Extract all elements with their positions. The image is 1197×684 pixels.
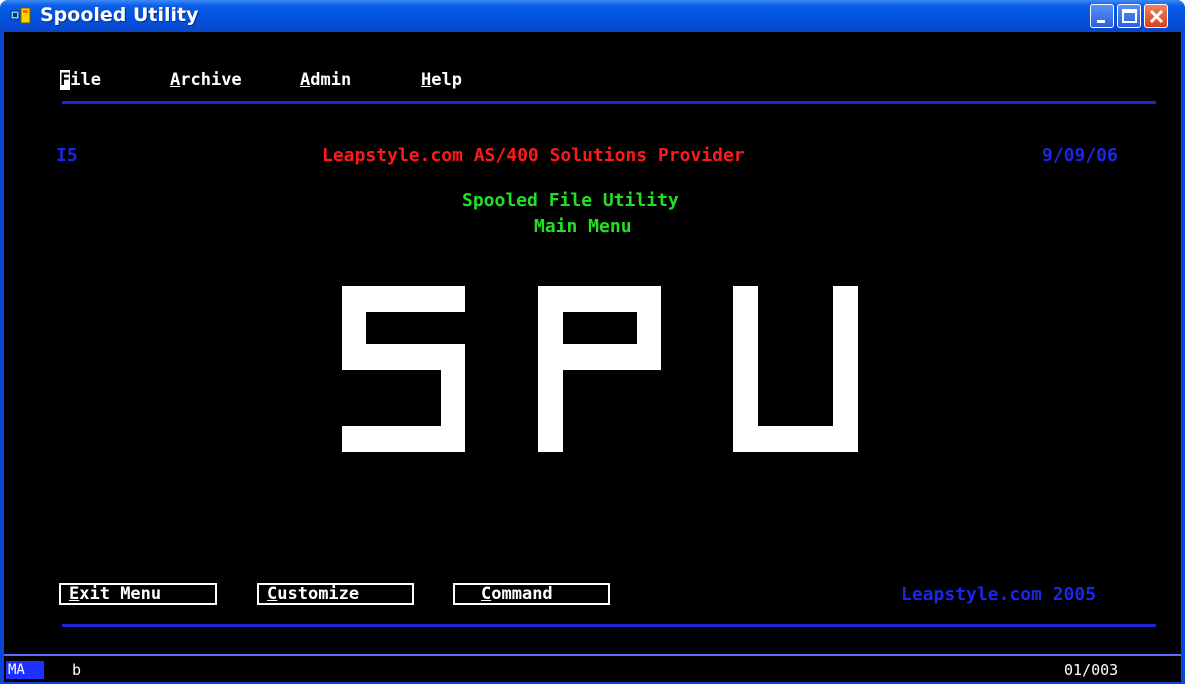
close-button[interactable] xyxy=(1144,4,1168,28)
customize-label: ustomize xyxy=(277,584,360,604)
window-title: Spooled Utility xyxy=(40,4,199,26)
app-title: Spooled File Utility xyxy=(462,190,679,211)
banner-s-bottom xyxy=(342,426,465,452)
system-date: 9/09/06 xyxy=(1042,145,1118,166)
minimize-button[interactable] xyxy=(1090,4,1114,28)
maximize-button[interactable] xyxy=(1117,4,1141,28)
menu-help-label: elp xyxy=(431,70,462,90)
menu-help[interactable]: Help xyxy=(421,70,462,90)
customize-button[interactable]: Customize xyxy=(257,583,414,605)
exit-menu-button[interactable]: Exit Menu xyxy=(59,583,217,605)
title-bar[interactable]: Spooled Utility xyxy=(0,0,1185,32)
exit-menu-mnemonic: E xyxy=(69,584,80,604)
app-window: Spooled Utility File Archive Admin Help … xyxy=(0,0,1185,684)
menu-admin-label: dmin xyxy=(310,70,352,90)
command-mnemonic: C xyxy=(481,584,492,604)
menu-file-mnemonic: F xyxy=(60,70,71,90)
menu-archive-mnemonic: A xyxy=(170,70,181,90)
copyright-text: Leapstyle.com 2005 xyxy=(901,584,1097,605)
menu-admin-mnemonic: A xyxy=(300,70,311,90)
command-button[interactable]: Command xyxy=(453,583,610,605)
menu-archive-label: rchive xyxy=(180,70,242,90)
session-mode-indicator: MA xyxy=(6,661,44,679)
menu-subtitle: Main Menu xyxy=(534,216,632,237)
footer-separator xyxy=(62,624,1156,627)
system-name: I5 xyxy=(56,145,78,166)
menu-file-label: ile xyxy=(70,70,101,90)
customize-mnemonic: C xyxy=(267,584,278,604)
menu-help-mnemonic: H xyxy=(421,70,432,90)
menu-separator xyxy=(62,101,1156,104)
menu-file[interactable]: File xyxy=(60,70,101,90)
status-indicator: b xyxy=(72,661,82,679)
company-banner: Leapstyle.com AS/400 Solutions Provider xyxy=(322,145,745,166)
close-icon xyxy=(1149,9,1164,24)
exit-menu-label: xit Menu xyxy=(79,584,162,604)
menu-archive[interactable]: Archive xyxy=(170,70,242,90)
banner-p-middle xyxy=(538,344,661,370)
menu-admin[interactable]: Admin xyxy=(300,70,351,90)
minimize-icon xyxy=(1097,20,1105,23)
maximize-icon xyxy=(1122,9,1137,23)
cursor-position: 01/003 xyxy=(1064,661,1119,679)
terminal-screen[interactable]: File Archive Admin Help I5 Leapstyle.com… xyxy=(4,32,1181,680)
status-bar: MA b 01/003 xyxy=(4,654,1181,682)
terminal-app-icon xyxy=(10,8,31,24)
banner-u-bottom xyxy=(733,426,858,452)
command-label: ommand xyxy=(491,584,553,604)
